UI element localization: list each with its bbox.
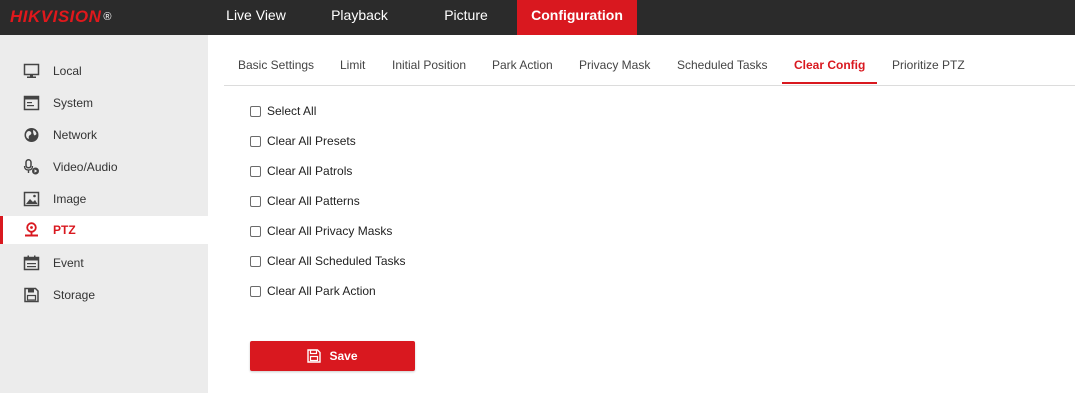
- clear-all-presets-checkbox[interactable]: Clear All Presets: [250, 133, 356, 149]
- sidebar-item-label: Image: [53, 192, 87, 206]
- save-button-label: Save: [329, 349, 358, 363]
- checkbox-box[interactable]: [250, 165, 261, 177]
- tab-clear-config[interactable]: Clear Config: [794, 46, 865, 85]
- tab-privacy-mask[interactable]: Privacy Mask: [579, 46, 650, 85]
- clear-all-scheduled-tasks-checkbox[interactable]: Clear All Scheduled Tasks: [250, 253, 406, 269]
- sidebar-item-label: PTZ: [53, 223, 76, 237]
- tab-divider: [224, 85, 1075, 86]
- select-all-checkbox[interactable]: Select All: [250, 103, 316, 119]
- nav-playback[interactable]: Playback: [304, 0, 415, 35]
- checkbox-box[interactable]: [250, 225, 261, 237]
- sidebar-item-image[interactable]: Image: [0, 185, 208, 213]
- sidebar: Local System Network Video/Audio Image P…: [0, 35, 208, 393]
- sidebar-item-label: Video/Audio: [53, 160, 118, 174]
- tab-initial-position[interactable]: Initial Position: [392, 46, 466, 85]
- checkbox-label: Clear All Scheduled Tasks: [267, 254, 406, 268]
- globe-icon: [24, 128, 39, 142]
- active-tab-indicator: [782, 82, 877, 84]
- checkbox-label: Clear All Patrols: [267, 164, 353, 178]
- tab-park-action[interactable]: Park Action: [492, 46, 553, 85]
- sidebar-item-network[interactable]: Network: [0, 121, 208, 149]
- checkbox-label: Clear All Patterns: [267, 194, 360, 208]
- checkbox-label: Select All: [267, 104, 317, 118]
- checkbox-box[interactable]: [250, 285, 261, 297]
- clear-all-park-action-checkbox[interactable]: Clear All Park Action: [250, 283, 376, 299]
- clear-all-patrols-checkbox[interactable]: Clear All Patrols: [250, 163, 352, 179]
- top-bar: HIKVISION ® Live View Playback Picture Co…: [0, 0, 1075, 35]
- save-button[interactable]: Save: [250, 341, 415, 371]
- sidebar-item-local[interactable]: Local: [0, 57, 208, 85]
- brand-logo: HIKVISION ®: [10, 6, 112, 28]
- tab-prioritize-ptz[interactable]: Prioritize PTZ: [892, 46, 965, 85]
- save-icon: [307, 349, 322, 363]
- sidebar-item-storage[interactable]: Storage: [0, 281, 208, 309]
- clear-all-patterns-checkbox[interactable]: Clear All Patterns: [250, 193, 360, 209]
- sidebar-item-event[interactable]: Event: [0, 249, 208, 277]
- sidebar-item-ptz[interactable]: PTZ: [0, 216, 208, 244]
- tab-basic-settings[interactable]: Basic Settings: [238, 46, 314, 85]
- main-nav: Live View Playback Picture Configuration: [208, 0, 637, 35]
- ptz-camera-icon: [25, 222, 38, 237]
- logo-text: HIKVISION: [10, 7, 102, 26]
- window-icon: [23, 95, 40, 111]
- nav-configuration[interactable]: Configuration: [517, 0, 637, 35]
- checkbox-box[interactable]: [250, 195, 261, 207]
- calendar-icon: [23, 255, 40, 271]
- tab-scheduled-tasks[interactable]: Scheduled Tasks: [677, 46, 768, 85]
- monitor-icon: [23, 63, 40, 78]
- nav-picture[interactable]: Picture: [415, 0, 517, 35]
- storage-icon: [24, 287, 39, 303]
- checkbox-label: Clear All Privacy Masks: [267, 224, 393, 238]
- microphone-icon: [23, 159, 39, 175]
- sidebar-item-label: Network: [53, 128, 98, 142]
- clear-all-privacy-masks-checkbox[interactable]: Clear All Privacy Masks: [250, 223, 392, 239]
- checkbox-box[interactable]: [250, 105, 261, 117]
- checkbox-box[interactable]: [250, 255, 261, 267]
- sidebar-item-label: System: [53, 96, 94, 110]
- sidebar-item-label: Event: [53, 256, 84, 270]
- checkbox-label: Clear All Presets: [267, 134, 356, 148]
- sidebar-item-label: Storage: [53, 288, 96, 302]
- sidebar-item-video-audio[interactable]: Video/Audio: [0, 153, 208, 181]
- registered-mark: ®: [103, 11, 113, 23]
- sidebar-item-label: Local: [53, 64, 82, 78]
- tab-limit[interactable]: Limit: [340, 46, 365, 85]
- checkbox-label: Clear All Park Action: [267, 284, 376, 298]
- checkbox-box[interactable]: [250, 135, 261, 147]
- sidebar-item-system[interactable]: System: [0, 89, 208, 117]
- image-icon: [23, 191, 40, 207]
- nav-live-view[interactable]: Live View: [208, 0, 304, 35]
